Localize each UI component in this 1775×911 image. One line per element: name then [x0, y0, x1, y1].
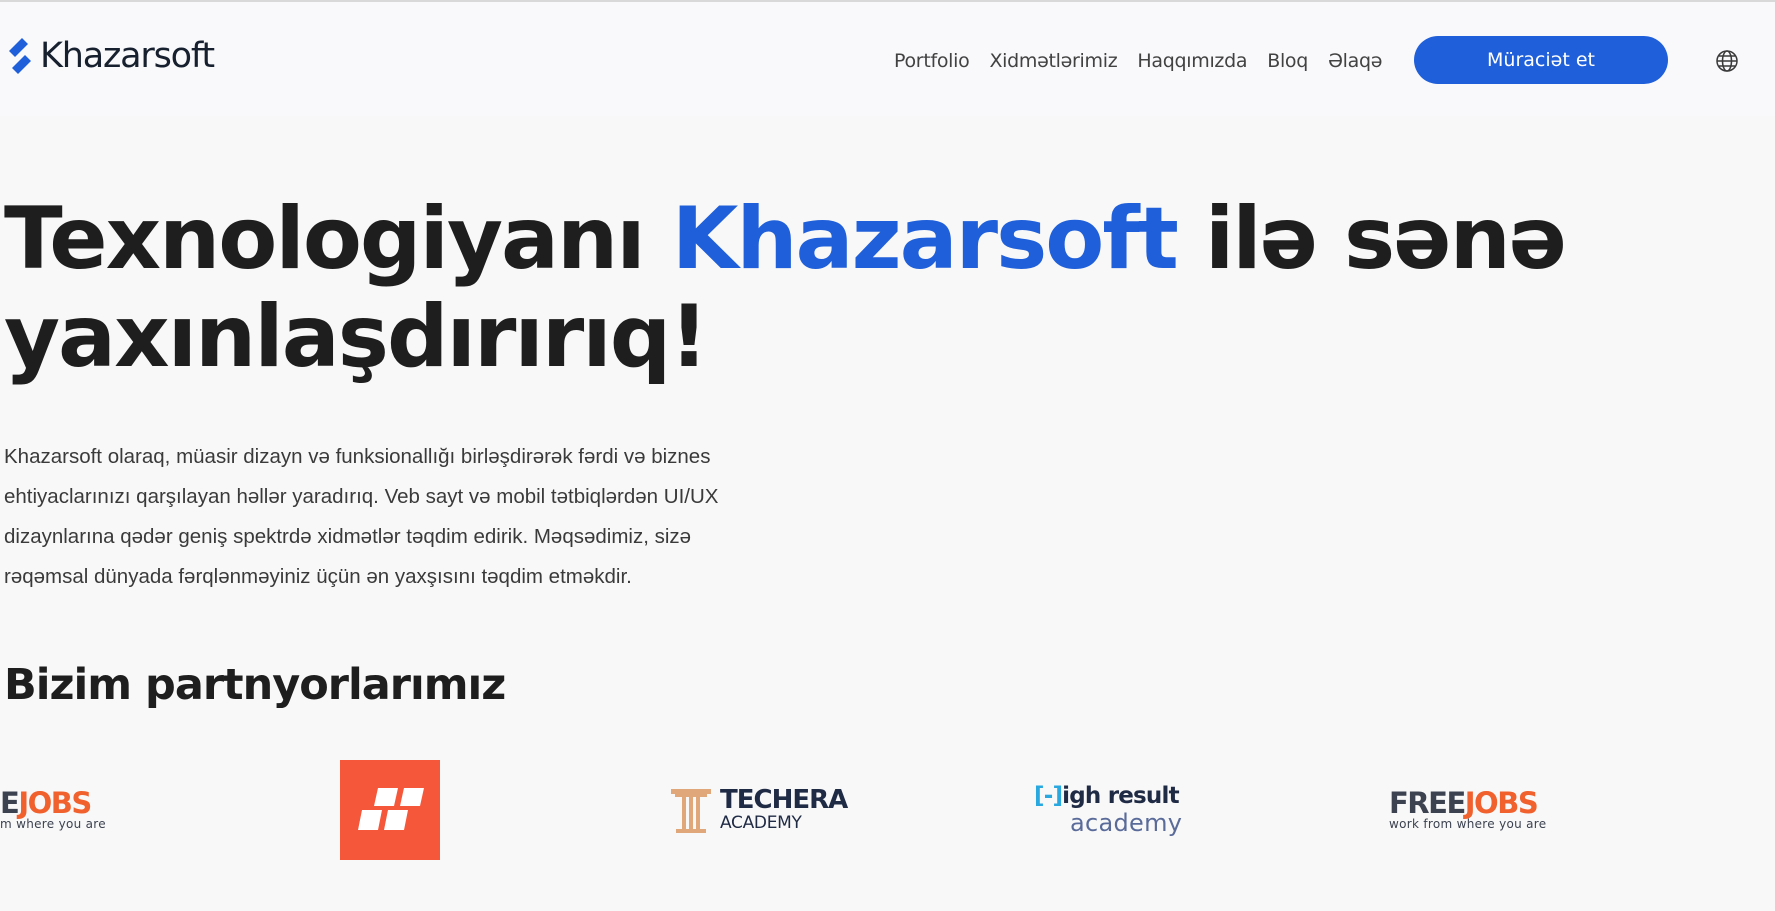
hero-title-start: Texnologiyanı: [4, 189, 672, 289]
highresult-name: igh result: [1062, 783, 1179, 809]
site-header: Khazarsoft Portfolio Xidmətlərimiz Haqqı…: [0, 2, 1775, 116]
freejobs-word1: FREE: [1389, 786, 1466, 820]
partner-logo-highresult[interactable]: [-]igh result academy: [1034, 740, 1182, 880]
highresult-bracket: [-]: [1034, 783, 1063, 809]
main-nav: Portfolio Xidmətlərimiz Haqqımızda Bloq …: [894, 50, 1382, 72]
nav-item-about[interactable]: Haqqımızda: [1137, 50, 1247, 72]
partner-logo-freejobs-partial[interactable]: EJOBS m where you are: [0, 740, 120, 880]
brand-name: Khazarsoft: [40, 36, 215, 76]
freejobs-partial-word1: E: [0, 786, 20, 820]
khazarsoft-logo-icon: [9, 38, 31, 74]
orange-brand-logo-icon: [340, 760, 440, 860]
nav-item-blog[interactable]: Bloq: [1267, 50, 1308, 72]
techera-name: TECHERA: [720, 785, 848, 815]
nav-item-services[interactable]: Xidmətlərimiz: [989, 50, 1117, 72]
brand-logo[interactable]: Khazarsoft: [4, 34, 215, 78]
partner-logo-freejobs[interactable]: FREEJOBS work from where you are: [1389, 740, 1546, 880]
freejobs-partial-tagline: m where you are: [0, 817, 106, 831]
partner-logo-techera[interactable]: TECHERA ACADEMY: [670, 740, 848, 880]
hero-title: Texnologiyanı Khazarsoft ilə sənə yaxınl…: [4, 190, 1604, 386]
freejobs-tagline: work from where you are: [1389, 817, 1547, 831]
highresult-subtitle: academy: [1070, 809, 1183, 837]
partners-carousel: EJOBS m where you are TECHERA ACADEMY [-…: [0, 740, 1775, 880]
globe-icon[interactable]: [1715, 49, 1739, 73]
hero-title-accent: Khazarsoft: [671, 189, 1179, 289]
apply-button[interactable]: Müraciət et: [1414, 36, 1668, 84]
partner-logo-orange[interactable]: [340, 740, 440, 880]
freejobs-partial-word2: JOBS: [18, 786, 92, 820]
freejobs-word2: JOBS: [1464, 786, 1539, 820]
nav-item-contact[interactable]: Əlaqə: [1328, 50, 1382, 72]
hero-description: Khazarsoft olaraq, müasir dizayn və funk…: [4, 445, 719, 588]
nav-item-portfolio[interactable]: Portfolio: [894, 50, 970, 72]
techera-subtitle: ACADEMY: [720, 813, 802, 833]
partners-heading: Bizim partnyorlarımız: [4, 660, 506, 710]
pillar-icon: [671, 789, 711, 833]
